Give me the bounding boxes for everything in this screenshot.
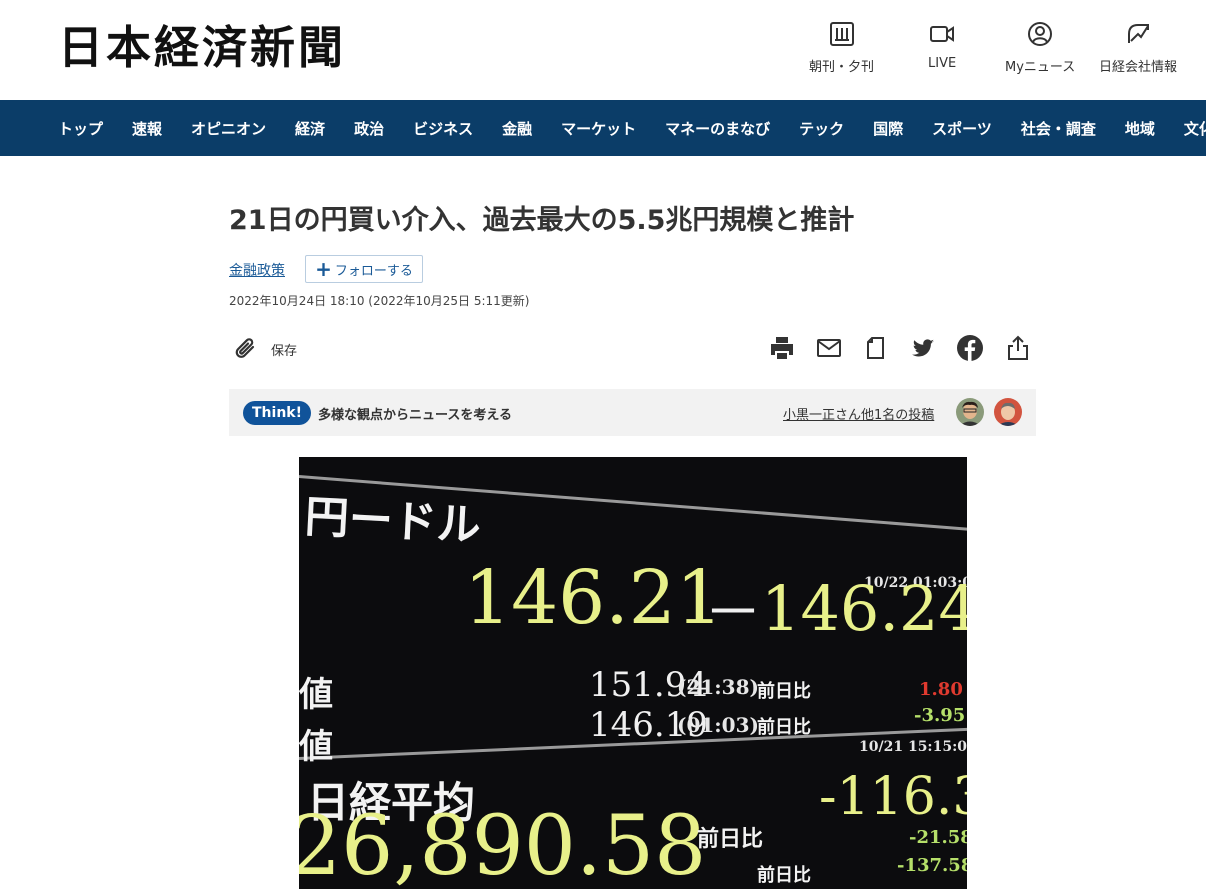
nav-item-culture[interactable]: 文化 [1184, 118, 1206, 139]
save-label: 保存 [271, 343, 298, 359]
nikkei-diff: -116.38 [819, 767, 967, 827]
low-label: 値 [299, 727, 333, 767]
video-camera-icon [930, 26, 955, 42]
print-button[interactable] [768, 334, 796, 362]
nav-item-top[interactable]: トップ [58, 118, 103, 139]
paperclip-icon [235, 338, 255, 358]
sub-diff-1: -21.58 [909, 827, 967, 848]
high-diff: 1.80 [919, 679, 963, 700]
nav-item-regional[interactable]: 地域 [1125, 118, 1155, 139]
share-button[interactable] [1004, 334, 1032, 362]
think-badge: Think! [243, 401, 311, 425]
high-compare-label: 前日比 [757, 681, 811, 702]
high-label: 値 [299, 675, 333, 715]
think-bar: Think! 多様な観点からニュースを考える 小黒一正さん他1名の投稿 [229, 389, 1036, 436]
nav-item-international[interactable]: 国際 [873, 118, 903, 139]
nav-item-opinion[interactable]: オピニオン [191, 118, 266, 139]
save-button[interactable]: 保存 [233, 336, 297, 362]
header-item-label: 朝刊・夕刊 [809, 60, 875, 75]
header-item-live[interactable]: LIVE [928, 20, 956, 71]
article-photo: 円ードル 10/22 01:03:02 146.21 － 146.24 値 15… [299, 457, 967, 889]
follow-button-label: フォローする [334, 263, 413, 279]
avatar[interactable] [956, 398, 984, 426]
think-description: 多様な観点からニュースを考える [318, 408, 512, 423]
nav-item-breaking[interactable]: 速報 [132, 118, 162, 139]
usd-bid: 146.21 [464, 555, 723, 641]
nav-item-money[interactable]: マネーのまなび [665, 118, 770, 139]
masthead: 日本経済新聞 朝刊・夕刊 LIVE Myニュース 日経会社情報 [0, 0, 1206, 100]
newspaper-icon [829, 22, 854, 46]
nav-item-markets[interactable]: マーケット [561, 118, 636, 139]
nav-item-finance[interactable]: 金融 [502, 118, 532, 139]
think-posts-link[interactable]: 小黒一正さん他1名の投稿 [783, 404, 934, 423]
nav-item-economy[interactable]: 経済 [295, 118, 325, 139]
usd-ask: 146.24 [761, 572, 967, 645]
nav-item-sports[interactable]: スポーツ [932, 118, 992, 139]
mail-icon [817, 339, 841, 357]
email-share-button[interactable] [815, 334, 843, 362]
nikkei-value: 26,890.58 [299, 799, 707, 889]
nav-item-society[interactable]: 社会・調査 [1021, 118, 1096, 139]
header-item-label: 日経会社情報 [1099, 60, 1178, 75]
avatar-image [956, 398, 984, 426]
header-item-print-edition[interactable]: 朝刊・夕刊 [809, 20, 874, 75]
avatar-image [994, 398, 1022, 426]
sub-diff-2: -137.58 [897, 855, 967, 876]
share-icon [1008, 335, 1028, 360]
user-icon [1028, 22, 1053, 46]
nav-item-tech[interactable]: テック [799, 118, 844, 139]
header-item-company-info[interactable]: 日経会社情報 [1099, 20, 1177, 75]
avatar[interactable] [994, 398, 1022, 426]
sub-compare-label: 前日比 [757, 865, 811, 886]
document-icon [867, 337, 884, 359]
low-diff: -3.95 [914, 705, 966, 726]
nav-item-business[interactable]: ビジネス [413, 118, 473, 139]
header-item-label: Myニュース [1005, 60, 1076, 75]
nav-item-politics[interactable]: 政治 [354, 118, 384, 139]
high-time: (21:38) [677, 675, 759, 699]
chart-up-icon [1128, 24, 1149, 43]
low-compare-label: 前日比 [757, 717, 811, 738]
facebook-icon [957, 335, 983, 361]
plus-icon: + [315, 257, 332, 281]
nikkei-timestamp: 10/21 15:15:02 [859, 739, 967, 755]
print-icon [771, 337, 793, 359]
article-timestamp: 2022年10月24日 18:10 (2022年10月25日 5:11更新) [229, 294, 530, 308]
topic-link[interactable]: 金融政策 [229, 260, 285, 280]
site-logo[interactable]: 日本経済新聞 [58, 22, 346, 74]
follow-button[interactable]: + フォローする [305, 255, 423, 283]
copy-link-button[interactable] [862, 334, 890, 362]
usd-label: 円ードル [303, 491, 482, 552]
article-title: 21日の円買い介入、過去最大の5.5兆円規模と推計 [229, 205, 855, 236]
header-item-label: LIVE [928, 56, 957, 71]
low-time: (01:03) [677, 713, 759, 737]
facebook-share-button[interactable] [956, 334, 984, 362]
main-nav: トップ 速報 オピニオン 経済 政治 ビジネス 金融 マーケット マネーのまなび… [0, 100, 1206, 156]
twitter-icon [912, 339, 934, 357]
header-item-mynews[interactable]: Myニュース [1005, 20, 1075, 75]
nikkei-compare-label: 前日比 [697, 827, 764, 852]
twitter-share-button[interactable] [909, 334, 937, 362]
usd-dash: － [704, 578, 763, 646]
